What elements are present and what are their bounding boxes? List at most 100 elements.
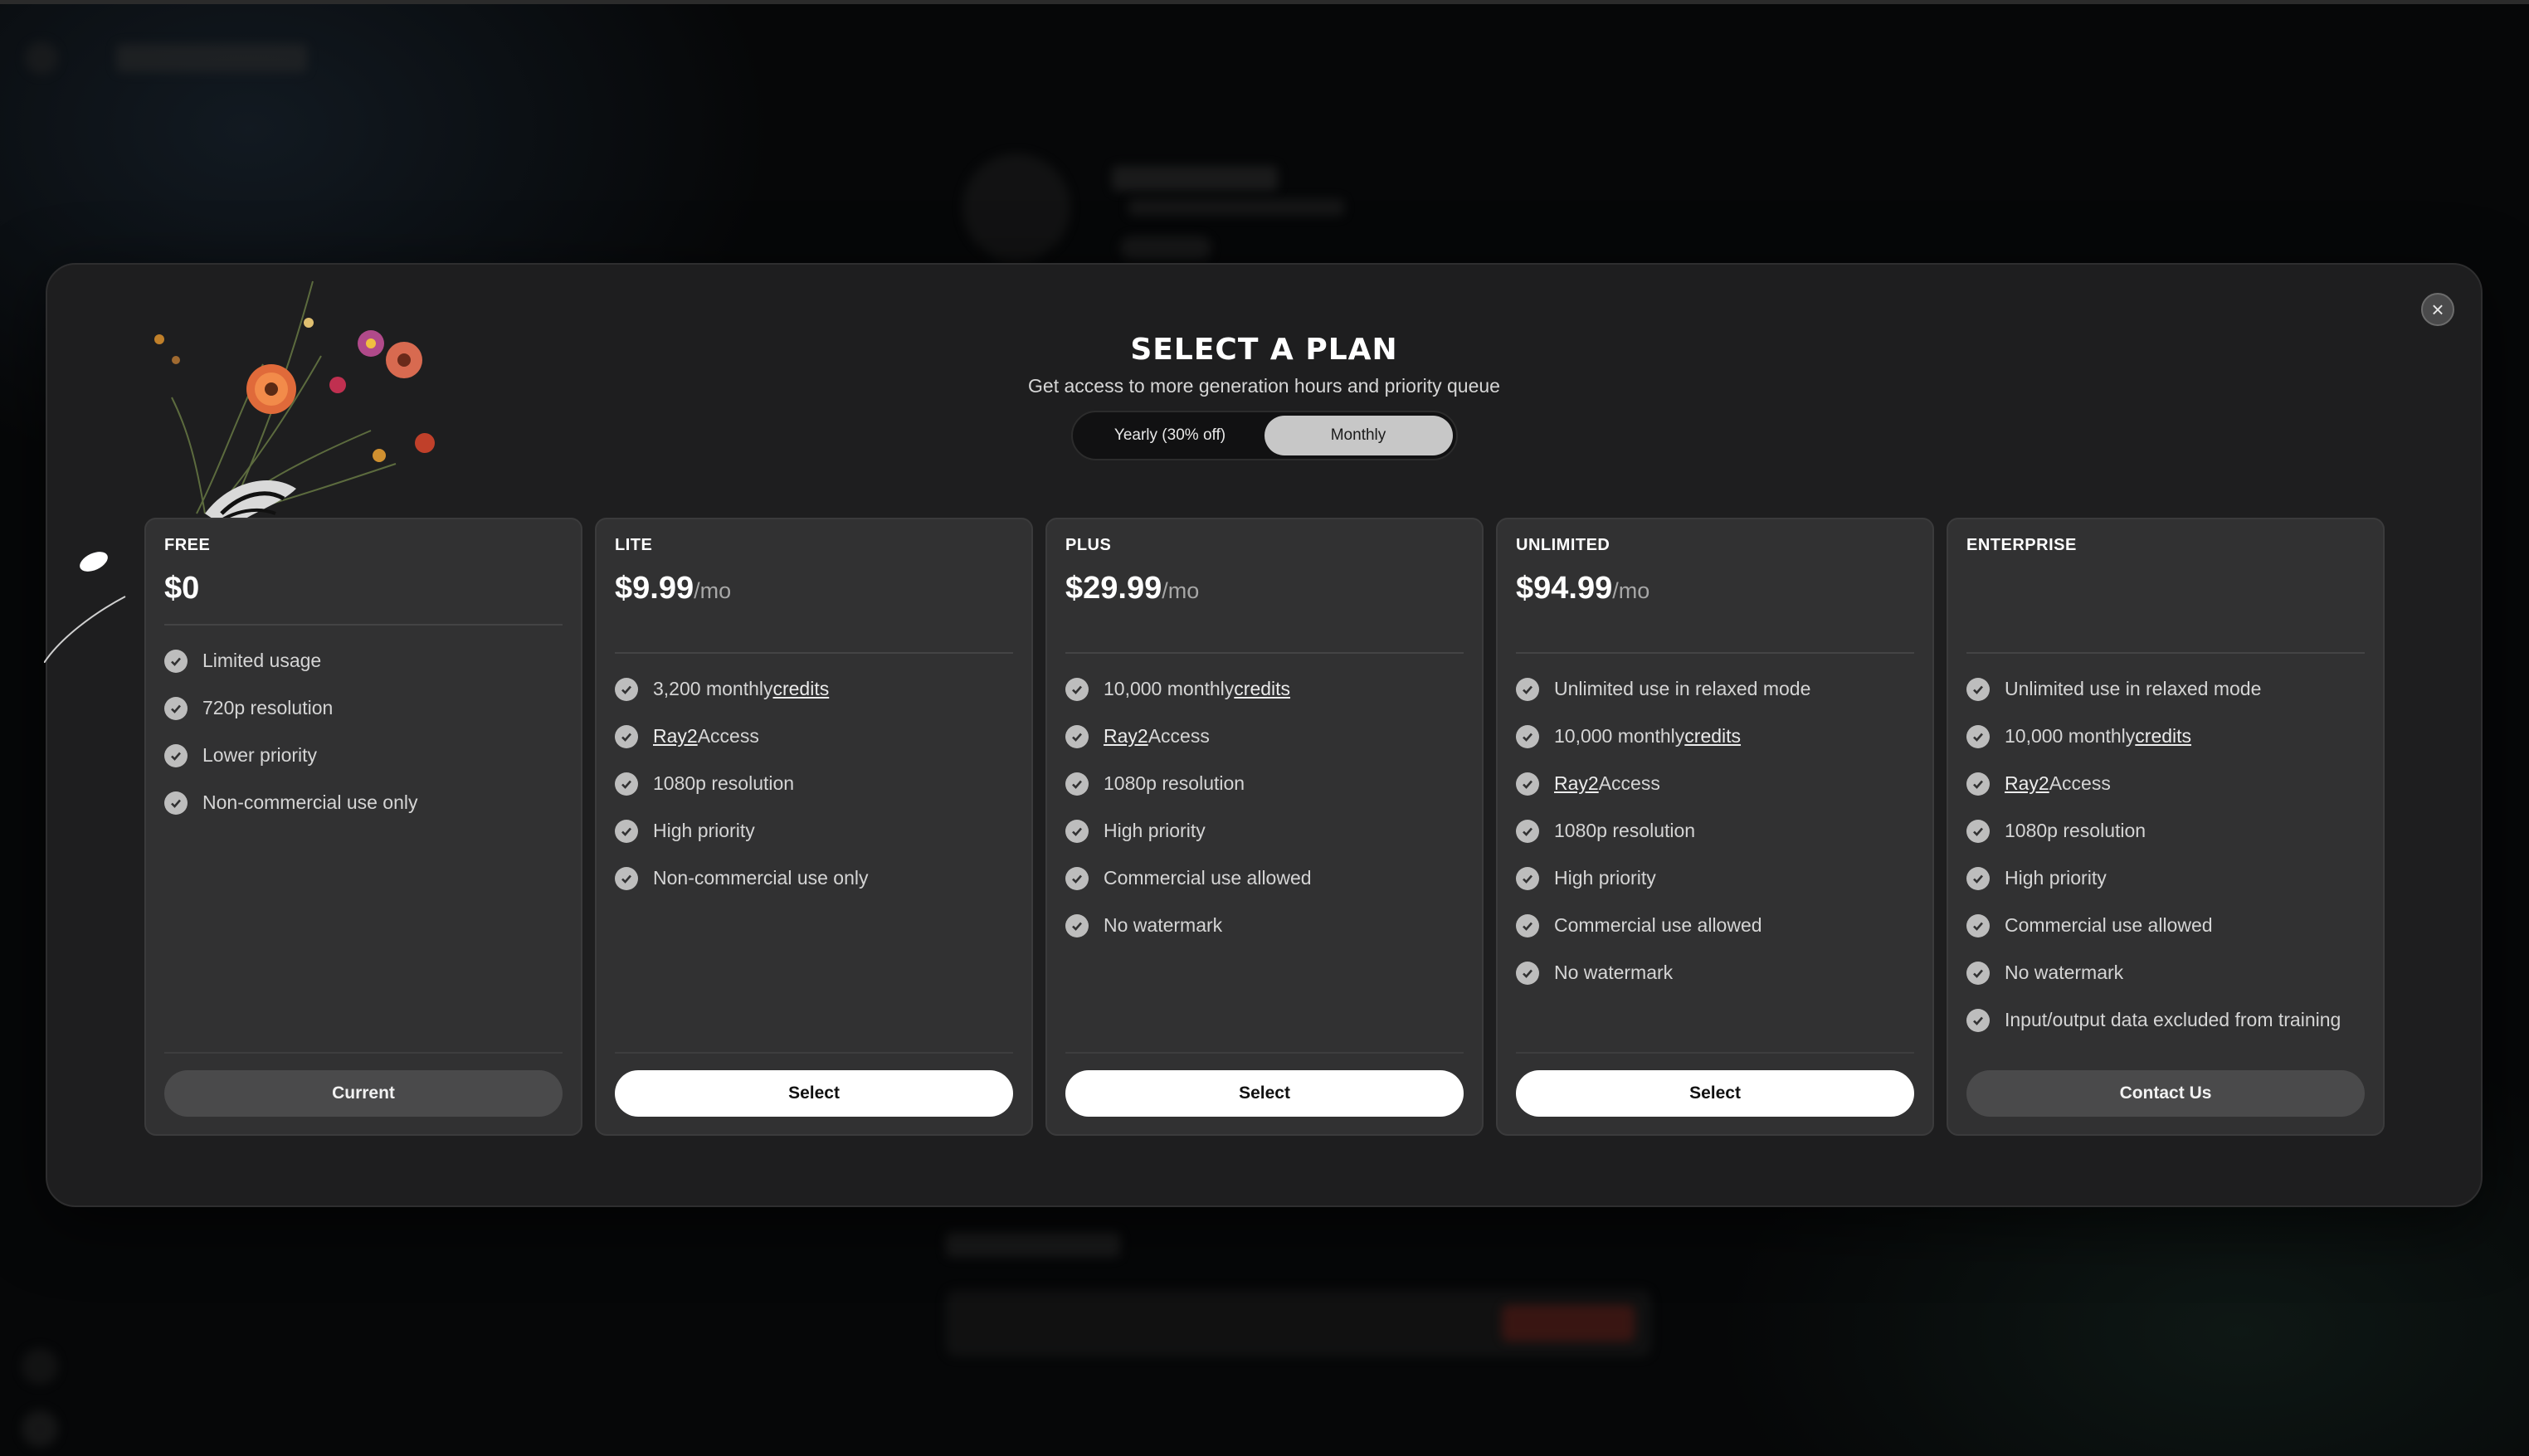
feature-item: Unlimited use in relaxed mode	[1966, 665, 2375, 713]
check-icon	[164, 649, 188, 673]
plan-card-enterprise: ENTERPRISE Unlimited use in relaxed mode…	[1947, 518, 2385, 1136]
check-icon	[164, 743, 188, 767]
plan-cards: FREE $0 Limited usage 720p resolution Lo…	[144, 518, 2385, 1136]
close-button[interactable]: ×	[2421, 293, 2454, 326]
price-period: /mo	[1162, 578, 1200, 603]
card-divider	[164, 624, 563, 626]
check-icon	[1516, 961, 1539, 985]
feature-list: 3,200 monthly credits Ray2 Access 1080p …	[615, 665, 1023, 902]
background-field-button	[1502, 1305, 1635, 1342]
background-profile-badge	[1120, 236, 1211, 260]
card-bottom-divider	[1065, 1052, 1464, 1054]
credits-link[interactable]: credits	[1234, 678, 1290, 700]
feature-item: Commercial use allowed	[1966, 902, 2375, 949]
check-icon	[1966, 819, 1990, 843]
ray2-link[interactable]: Ray2	[653, 725, 698, 747]
plan-selection-modal: × SELECT A PLAN Get access to more gener…	[44, 263, 2483, 1207]
select-unlimited-button[interactable]: Select	[1516, 1070, 1914, 1117]
check-icon	[164, 791, 188, 815]
feature-item: Non-commercial use only	[164, 779, 573, 826]
toggle-yearly[interactable]: Yearly (30% off)	[1076, 416, 1264, 455]
check-icon	[615, 866, 638, 890]
check-icon	[615, 677, 638, 701]
price-period: /mo	[1612, 578, 1650, 603]
card-bottom-divider	[615, 1052, 1013, 1054]
flowers-illustration	[154, 280, 435, 530]
decorative-stroke	[44, 552, 126, 663]
background-logo	[116, 44, 307, 72]
background-section-title	[946, 1232, 1120, 1257]
feature-item: 10,000 monthly credits	[1065, 665, 1474, 713]
feature-item: Input/output data excluded from training	[1966, 996, 2375, 1044]
plan-name: UNLIMITED	[1516, 536, 1610, 554]
feature-item: 1080p resolution	[1516, 807, 1924, 855]
feature-item: Unlimited use in relaxed mode	[1516, 665, 1924, 713]
credits-link[interactable]: credits	[1684, 725, 1741, 747]
feature-item: Lower priority	[164, 732, 573, 779]
feature-item: Ray2 Access	[615, 713, 1023, 760]
check-icon	[1516, 724, 1539, 748]
check-icon	[1516, 913, 1539, 937]
feature-item: No watermark	[1516, 949, 1924, 996]
check-icon	[1516, 819, 1539, 843]
card-divider	[1065, 652, 1464, 654]
feature-item: 1080p resolution	[615, 760, 1023, 807]
ray2-link[interactable]: Ray2	[1554, 772, 1599, 795]
feature-list: Limited usage 720p resolution Lower prio…	[164, 637, 573, 826]
feature-item: No watermark	[1966, 949, 2375, 996]
close-icon: ×	[2431, 297, 2444, 322]
feature-item: High priority	[615, 807, 1023, 855]
plan-price: $9.99/mo	[615, 571, 731, 606]
feature-item: 10,000 monthly credits	[1516, 713, 1924, 760]
toggle-monthly[interactable]: Monthly	[1264, 416, 1453, 455]
page: × SELECT A PLAN Get access to more gener…	[0, 0, 2529, 1456]
feature-item: Non-commercial use only	[615, 855, 1023, 902]
credits-link[interactable]: credits	[772, 678, 829, 700]
modal-header: SELECT A PLAN Get access to more generat…	[47, 333, 2481, 397]
credits-link[interactable]: credits	[2135, 725, 2191, 747]
card-bottom-divider	[1516, 1052, 1914, 1054]
feature-item: 10,000 monthly credits	[1966, 713, 2375, 760]
background-profile-name	[1112, 166, 1278, 191]
feature-item: No watermark	[1065, 902, 1474, 949]
check-icon	[1966, 677, 1990, 701]
feature-item: 1080p resolution	[1065, 760, 1474, 807]
select-lite-button[interactable]: Select	[615, 1070, 1013, 1117]
check-icon	[1065, 819, 1089, 843]
plan-name: PLUS	[1065, 536, 1112, 554]
check-icon	[1065, 913, 1089, 937]
contact-us-button[interactable]: Contact Us	[1966, 1070, 2365, 1117]
feature-item: High priority	[1516, 855, 1924, 902]
ray2-link[interactable]: Ray2	[2005, 772, 2049, 795]
card-divider	[1516, 652, 1914, 654]
current-plan-button[interactable]: Current	[164, 1070, 563, 1117]
plan-card-unlimited: UNLIMITED $94.99/mo Unlimited use in rel…	[1496, 518, 1934, 1136]
feature-item: Commercial use allowed	[1516, 902, 1924, 949]
price-amount: $94.99	[1516, 571, 1613, 606]
background-profile-detail	[1128, 199, 1344, 216]
feature-item: Commercial use allowed	[1065, 855, 1474, 902]
price-period: /mo	[694, 578, 732, 603]
plan-card-free: FREE $0 Limited usage 720p resolution Lo…	[144, 518, 582, 1136]
ray2-link[interactable]: Ray2	[1104, 725, 1148, 747]
check-icon	[1516, 866, 1539, 890]
background-sidebar-icon	[22, 1410, 58, 1447]
plan-price: $94.99/mo	[1516, 571, 1649, 606]
plan-name: ENTERPRISE	[1966, 536, 2077, 554]
feature-item: Ray2 Access	[1516, 760, 1924, 807]
feature-list: Unlimited use in relaxed mode 10,000 mon…	[1966, 665, 2375, 1044]
background-sidebar-icon	[22, 1348, 58, 1385]
plan-card-plus: PLUS $29.99/mo 10,000 monthly credits Ra…	[1045, 518, 1484, 1136]
check-icon	[615, 819, 638, 843]
billing-period-toggle: Yearly (30% off) Monthly	[1070, 411, 1458, 460]
modal-subtitle: Get access to more generation hours and …	[1028, 375, 1500, 397]
price-amount: $9.99	[615, 571, 694, 606]
check-icon	[615, 772, 638, 796]
check-icon	[1966, 913, 1990, 937]
check-icon	[615, 724, 638, 748]
check-icon	[1065, 866, 1089, 890]
modal-title: SELECT A PLAN	[1130, 333, 1398, 367]
background-logo-icon	[25, 41, 58, 75]
select-plus-button[interactable]: Select	[1065, 1070, 1464, 1117]
plan-card-lite: LITE $9.99/mo 3,200 monthly credits Ray2…	[595, 518, 1033, 1136]
